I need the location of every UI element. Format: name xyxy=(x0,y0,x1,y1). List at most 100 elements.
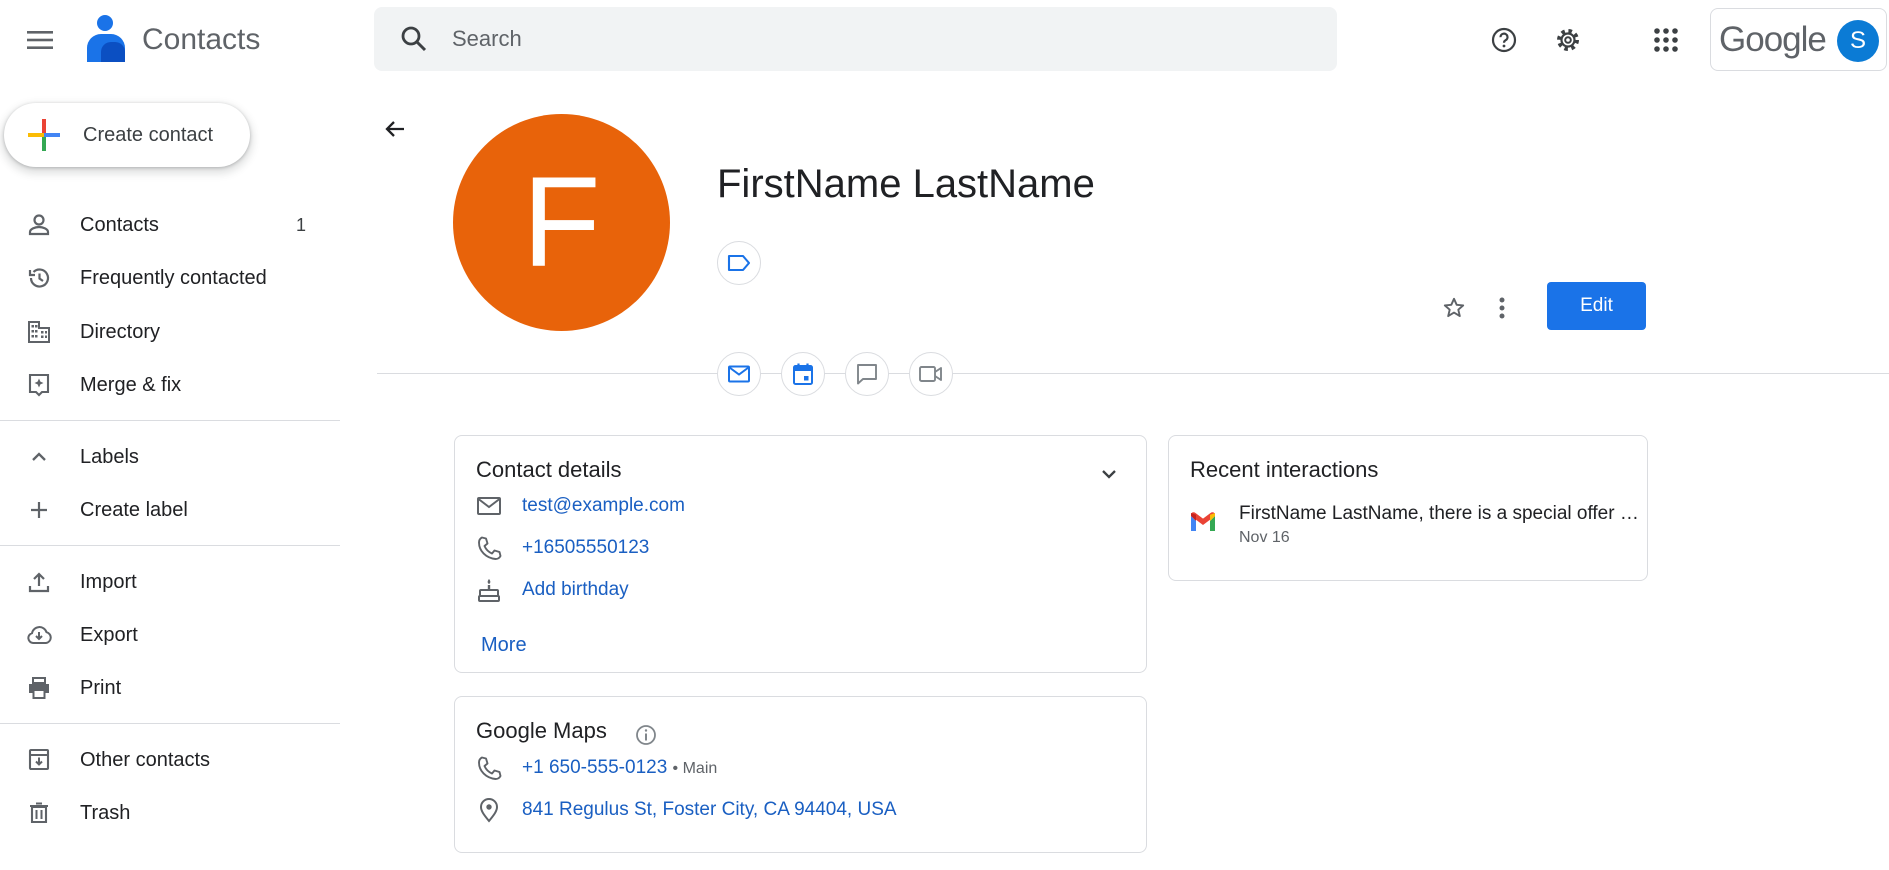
search-icon[interactable] xyxy=(398,23,430,55)
contacts-logo-icon[interactable] xyxy=(82,14,130,64)
sidebar-item-label: Trash xyxy=(80,802,131,824)
contact-details-title: Contact details xyxy=(476,457,622,482)
account-switcher[interactable]: Google S xyxy=(1710,8,1887,71)
chevron-down-icon[interactable] xyxy=(1095,460,1123,488)
trash-icon xyxy=(30,802,48,824)
send-email-button[interactable] xyxy=(717,352,761,396)
search-bar[interactable] xyxy=(374,7,1337,71)
star-button[interactable] xyxy=(1434,288,1474,328)
recent-interaction-date: Nov 16 xyxy=(1239,529,1290,546)
contact-phone-link[interactable]: +16505550123 xyxy=(522,536,649,560)
cake-icon xyxy=(478,579,500,602)
sidebar-item-directory[interactable]: Directory xyxy=(0,307,330,355)
location-pin-icon xyxy=(479,798,499,823)
email-icon xyxy=(477,497,501,515)
google-logo: Google xyxy=(1719,20,1827,59)
sidebar-item-export[interactable]: Export xyxy=(0,610,330,658)
help-icon xyxy=(1491,27,1517,53)
google-maps-title: Google Maps xyxy=(476,718,607,743)
archive-icon xyxy=(28,748,50,771)
person-icon xyxy=(28,214,50,236)
schedule-event-button[interactable] xyxy=(781,352,825,396)
account-avatar[interactable]: S xyxy=(1837,20,1879,62)
sidebar-item-label: Frequently contacted xyxy=(80,267,267,289)
sidebar-item-print[interactable]: Print xyxy=(0,663,330,711)
sidebar-divider xyxy=(0,420,340,421)
chevron-up-icon xyxy=(32,452,46,461)
google-maps-card: Google Maps +1 650-555-0123 • Main 841 R… xyxy=(454,696,1147,853)
hamburger-menu-icon xyxy=(27,31,53,49)
maps-phone-row: +1 650-555-0123 • Main xyxy=(522,756,717,781)
sidebar-item-label: Other contacts xyxy=(80,749,211,771)
more-actions-button[interactable] xyxy=(1482,288,1522,328)
recent-interactions-card: Recent interactions FirstName LastName, … xyxy=(1168,435,1648,581)
contact-avatar[interactable]: F xyxy=(453,114,670,331)
sidebar-divider xyxy=(0,545,340,546)
app-title: Contacts xyxy=(142,23,261,56)
info-icon[interactable] xyxy=(634,723,658,747)
maps-phone-type: • Main xyxy=(672,760,718,777)
mail-icon xyxy=(728,365,750,383)
back-button[interactable] xyxy=(376,110,414,148)
chat-button[interactable] xyxy=(845,352,889,396)
sidebar-item-label: Directory xyxy=(80,321,161,343)
chat-icon xyxy=(857,364,877,385)
sidebar-divider xyxy=(0,723,340,724)
arrow-back-icon xyxy=(385,121,404,137)
edit-button[interactable]: Edit xyxy=(1547,282,1646,330)
star-outline-icon xyxy=(1443,297,1465,318)
create-contact-button[interactable]: Create contact xyxy=(4,103,250,167)
videocam-icon xyxy=(919,366,942,382)
sidebar-item-label: Export xyxy=(80,624,138,646)
sidebar-item-trash[interactable]: Trash xyxy=(0,788,330,836)
contact-name: FirstName LastName xyxy=(717,162,1095,206)
merge-fix-icon xyxy=(28,373,50,397)
more-details-link[interactable]: More xyxy=(481,633,527,657)
phone-icon xyxy=(478,756,502,780)
contact-details-card: Contact details test@example.com +165055… xyxy=(454,435,1147,673)
gmail-icon xyxy=(1191,512,1215,531)
settings-button[interactable] xyxy=(1544,16,1592,64)
cloud-download-icon xyxy=(27,626,52,644)
create-contact-label: Create contact xyxy=(83,124,214,146)
contact-email-link[interactable]: test@example.com xyxy=(522,494,685,518)
recent-interactions-title: Recent interactions xyxy=(1190,457,1379,482)
sidebar-item-create-label[interactable]: Create label xyxy=(0,485,330,533)
upload-icon xyxy=(28,572,50,593)
sidebar-item-label: Merge & fix xyxy=(80,374,182,396)
domain-icon xyxy=(28,321,50,343)
contacts-count: 1 xyxy=(296,215,307,235)
sidebar-item-frequently-contacted[interactable]: Frequently contacted xyxy=(0,253,330,301)
label-icon xyxy=(727,254,751,272)
more-vert-icon xyxy=(1499,297,1505,319)
sidebar-item-label: Contacts xyxy=(80,214,159,236)
sidebar-item-import[interactable]: Import xyxy=(0,557,330,605)
phone-icon xyxy=(478,536,502,560)
sidebar-item-labels-toggle[interactable]: Labels xyxy=(0,432,330,480)
recent-interaction-title[interactable]: FirstName LastName, there is a special o… xyxy=(1239,502,1639,526)
plus-icon xyxy=(31,502,47,518)
history-icon xyxy=(28,268,50,288)
top-bar: Contacts Google S xyxy=(0,0,1889,80)
print-icon xyxy=(29,677,49,699)
video-call-button[interactable] xyxy=(909,352,953,396)
add-birthday-link[interactable]: Add birthday xyxy=(522,578,629,602)
sidebar-item-label: Import xyxy=(80,571,137,593)
sidebar-item-label: Create label xyxy=(80,499,188,521)
header-divider xyxy=(377,373,1889,374)
manage-labels-button[interactable] xyxy=(717,241,761,285)
search-input[interactable] xyxy=(452,7,1312,71)
sidebar-item-other-contacts[interactable]: Other contacts xyxy=(0,735,330,783)
calendar-icon xyxy=(793,363,813,385)
google-apps-button[interactable] xyxy=(1642,16,1690,64)
main-menu-button[interactable] xyxy=(16,16,64,64)
gear-icon xyxy=(1557,29,1579,51)
sidebar-item-label: Print xyxy=(80,677,122,699)
sidebar-item-label: Labels xyxy=(80,446,139,468)
sidebar-item-contacts[interactable]: Contacts 1 xyxy=(0,200,330,248)
maps-address-link[interactable]: 841 Regulus St, Foster City, CA 94404, U… xyxy=(522,798,897,822)
colorful-plus-icon xyxy=(28,119,60,151)
sidebar-item-merge-fix[interactable]: Merge & fix xyxy=(0,360,330,408)
maps-phone-link[interactable]: +1 650-555-0123 xyxy=(522,757,667,778)
help-button[interactable] xyxy=(1480,16,1528,64)
